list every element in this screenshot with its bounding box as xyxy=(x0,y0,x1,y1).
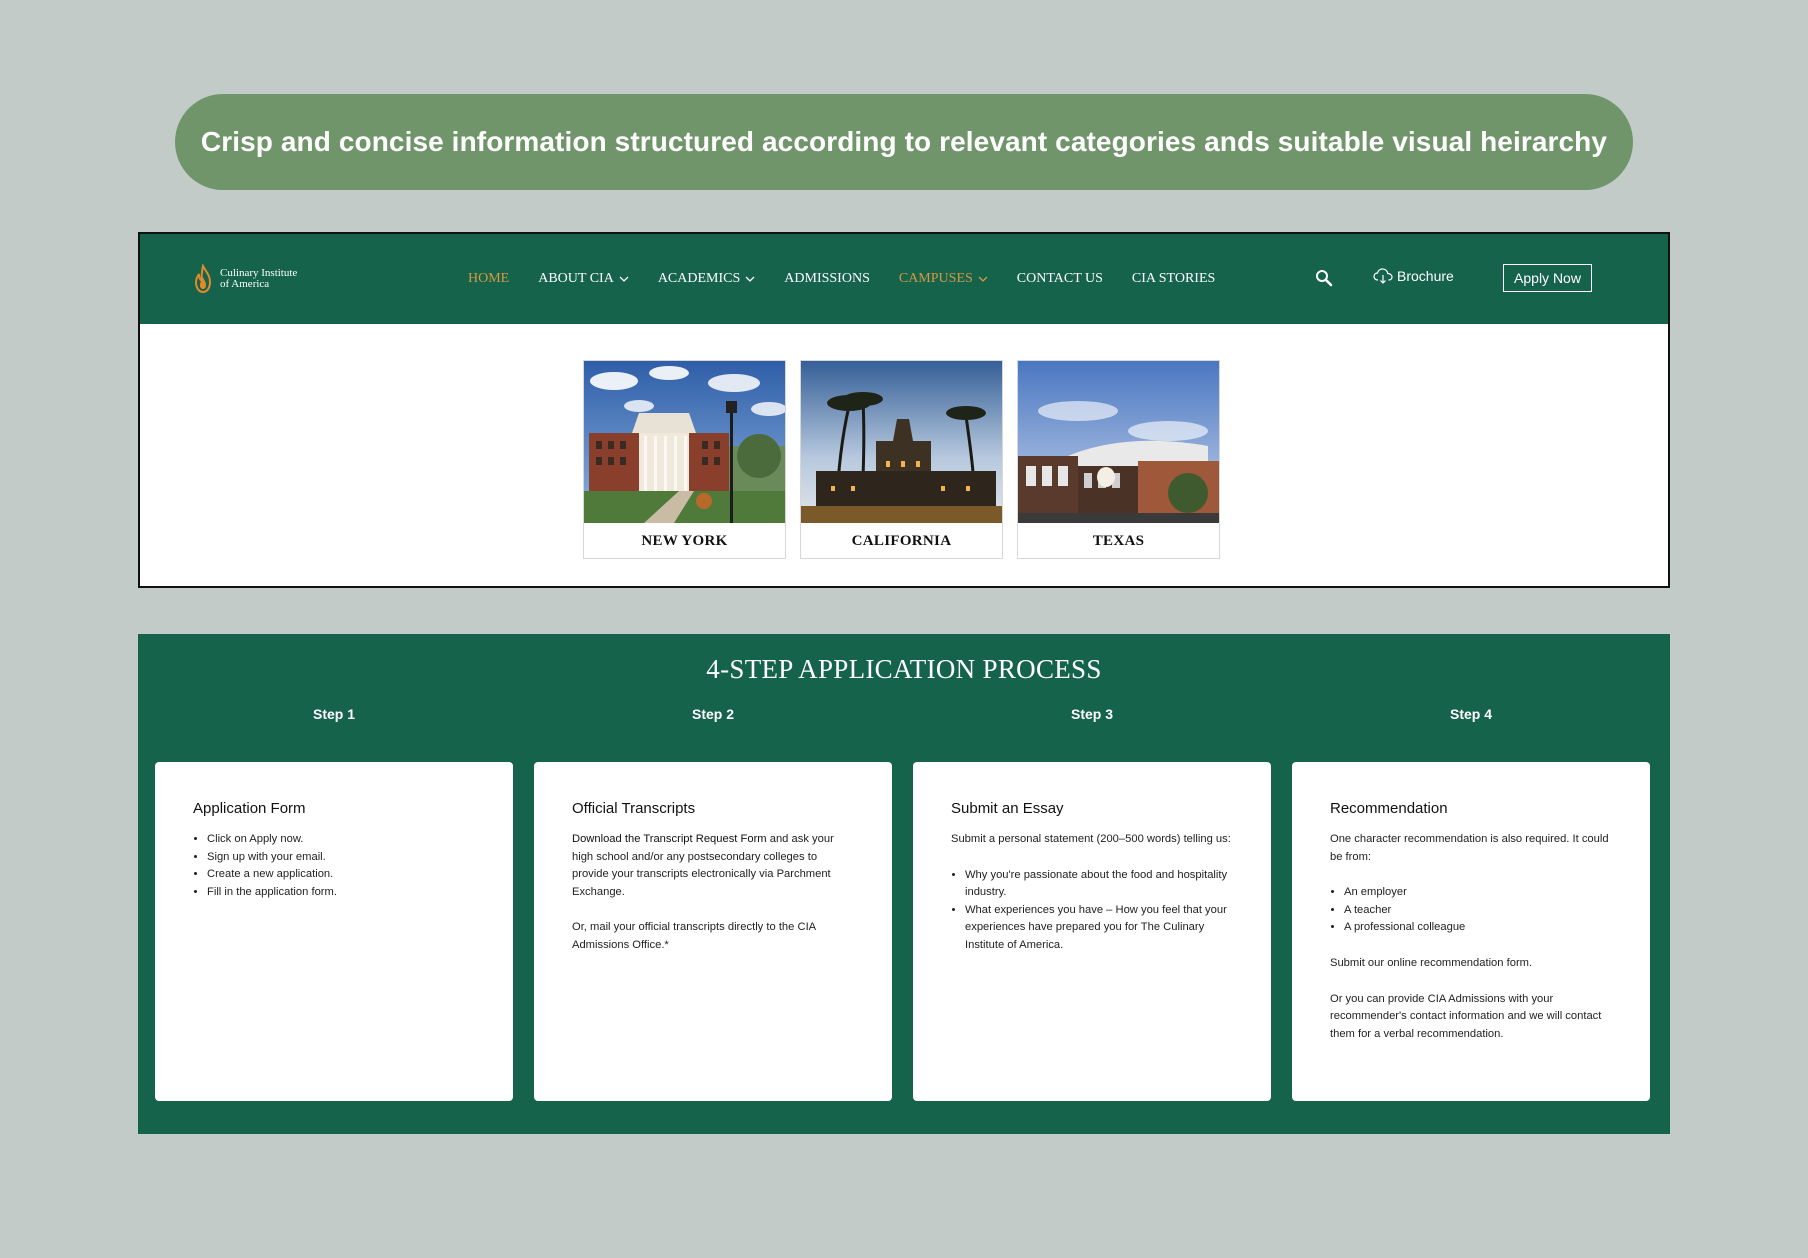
apply-now-label: Apply Now xyxy=(1514,270,1581,286)
step-card-official-transcripts: Official Transcripts Download the Transc… xyxy=(534,762,892,1101)
card-paragraph: Or you can provide CIA Admissions with y… xyxy=(1330,992,1602,1040)
campus-card-new-york[interactable]: NEW YORK xyxy=(583,360,786,559)
step-card-recommendation: Recommendation One character recommendat… xyxy=(1292,762,1650,1101)
recommender-list: An employer A teacher A professional col… xyxy=(1330,884,1612,937)
step-column-3: Step 3 Submit an Essay Submit a personal… xyxy=(913,706,1271,1101)
top-nav: Culinary Institute of America HOME ABOUT… xyxy=(140,234,1668,324)
menu-academics[interactable]: ACADEMICS xyxy=(658,271,755,287)
menu-home-label: HOME xyxy=(468,271,510,286)
menu-contact-us[interactable]: CONTACT US xyxy=(1017,271,1103,287)
search-icon[interactable] xyxy=(1314,268,1334,288)
step-column-4: Step 4 Recommendation One character reco… xyxy=(1292,706,1650,1101)
list-item: Click on Apply now. xyxy=(207,831,475,849)
headline-text: Crisp and concise information structured… xyxy=(200,126,1608,157)
campus-name-texas: TEXAS xyxy=(1092,532,1145,549)
card-title: Application Form xyxy=(193,800,306,817)
list-item: What experiences you have – How you feel… xyxy=(965,902,1233,955)
transcript-form-link[interactable]: Download the Transcript Request Form xyxy=(572,833,767,845)
steps-row: Step 1 Application Form Click on Apply n… xyxy=(155,706,1650,1101)
menu-stories-label: CIA STORIES xyxy=(1131,271,1216,286)
brochure-label: Brochure xyxy=(1397,268,1454,284)
texas-campus-photo xyxy=(1018,361,1219,523)
application-process-section: 4-STEP APPLICATION PROCESS Step 1 Applic… xyxy=(138,634,1670,1134)
logo-line-2: of America xyxy=(220,278,270,290)
list-item: A professional colleague xyxy=(1344,919,1612,937)
list-item: A teacher xyxy=(1344,902,1612,920)
steps-list: Click on Apply now. Sign up with your em… xyxy=(193,831,475,901)
menu-cia-stories[interactable]: CIA STORIES xyxy=(1132,271,1215,287)
recommendation-form-link[interactable]: Submit our online recommendation form. xyxy=(1330,955,1612,973)
step-column-2: Step 2 Official Transcripts Download the… xyxy=(534,706,892,1101)
brochure-link[interactable]: Brochure xyxy=(1373,268,1454,284)
campus-card-california[interactable]: CALIFORNIA xyxy=(800,360,1003,559)
card-title: Submit an Essay xyxy=(951,800,1064,817)
step-card-application-form: Application Form Click on Apply now. Sig… xyxy=(155,762,513,1101)
list-item: Why you're passionate about the food and… xyxy=(965,867,1233,902)
main-menu: HOME ABOUT CIA ACADEMICS ADMISSIONS CAMP… xyxy=(468,234,1244,324)
menu-campuses[interactable]: CAMPUSES xyxy=(899,271,988,287)
new-york-campus-photo xyxy=(584,361,785,523)
chevron-down-icon xyxy=(619,276,629,282)
card-title: Official Transcripts xyxy=(572,800,696,817)
step-label-1: Step 1 xyxy=(312,706,355,722)
card-paragraph: Download the Transcript Request Form and… xyxy=(572,831,854,901)
card-paragraph: One character recommendation is also req… xyxy=(1330,833,1609,863)
campus-cards: NEW YORK CALIFORNIA TEXAS xyxy=(583,360,1220,559)
step-card-submit-essay: Submit an Essay Submit a personal statem… xyxy=(913,762,1271,1101)
campus-card-texas[interactable]: TEXAS xyxy=(1017,360,1220,559)
step-column-1: Step 1 Application Form Click on Apply n… xyxy=(155,706,513,1101)
list-item: Create a new application. xyxy=(207,866,475,884)
headline-banner: Crisp and concise information structured… xyxy=(175,94,1633,190)
cloud-download-icon xyxy=(1373,268,1393,284)
menu-campuses-label: CAMPUSES xyxy=(898,271,973,286)
campus-name-new-york: NEW YORK xyxy=(641,532,728,549)
menu-admissions-label: ADMISSIONS xyxy=(784,271,870,286)
chevron-down-icon xyxy=(978,276,988,282)
apply-now-button[interactable]: Apply Now xyxy=(1503,264,1592,292)
menu-home[interactable]: HOME xyxy=(468,271,509,287)
menu-about-label: ABOUT CIA xyxy=(538,271,614,286)
menu-admissions[interactable]: ADMISSIONS xyxy=(784,271,870,287)
card-paragraph: Submit a personal statement (200–500 wor… xyxy=(951,833,1231,845)
chevron-down-icon xyxy=(745,276,755,282)
logo[interactable]: Culinary Institute of America xyxy=(192,264,297,294)
step-label-2: Step 2 xyxy=(691,706,734,722)
flame-logo-icon xyxy=(194,264,212,294)
list-item: Fill in the application form. xyxy=(207,884,475,902)
list-item: An employer xyxy=(1344,884,1612,902)
california-campus-photo xyxy=(801,361,1002,523)
menu-academics-label: ACADEMICS xyxy=(657,271,741,286)
card-paragraph: Or, mail your official transcripts direc… xyxy=(572,921,816,951)
essay-topics-list: Why you're passionate about the food and… xyxy=(951,867,1233,955)
campus-name-california: CALIFORNIA xyxy=(851,532,952,549)
card-title: Recommendation xyxy=(1330,800,1448,817)
menu-about-cia[interactable]: ABOUT CIA xyxy=(538,271,629,287)
website-header-frame: Culinary Institute of America HOME ABOUT… xyxy=(138,232,1670,588)
step-label-3: Step 3 xyxy=(1070,706,1113,722)
step-label-4: Step 4 xyxy=(1449,706,1492,722)
process-title: 4-STEP APPLICATION PROCESS xyxy=(706,654,1102,684)
menu-contact-label: CONTACT US xyxy=(1016,271,1103,286)
list-item: Sign up with your email. xyxy=(207,849,475,867)
